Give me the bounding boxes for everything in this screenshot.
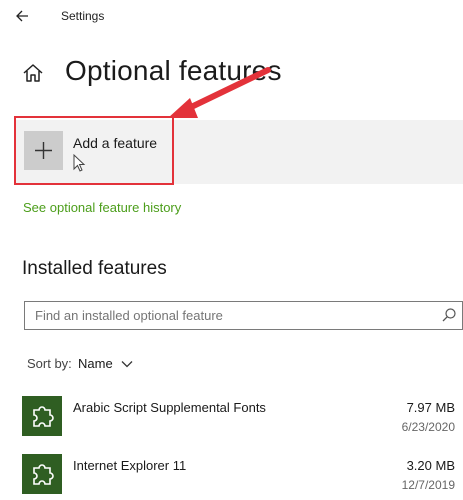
sort-dropdown-toggle[interactable] — [120, 357, 134, 369]
page-title: Optional features — [65, 55, 282, 86]
feature-history-link[interactable]: See optional feature history — [23, 200, 181, 215]
back-button[interactable] — [12, 6, 36, 26]
home-icon — [23, 64, 43, 82]
feature-date: 6/23/2020 — [401, 420, 455, 434]
feature-date: 12/7/2019 — [401, 478, 455, 492]
search-icon[interactable] — [441, 307, 457, 323]
feature-size: 3.20 MB — [406, 458, 455, 473]
sort-dropdown[interactable]: Name — [78, 356, 113, 371]
sort-label: Sort by: — [27, 356, 72, 371]
home-button[interactable] — [22, 63, 44, 83]
installed-features-heading: Installed features — [22, 258, 167, 279]
feature-icon-tile — [22, 396, 62, 436]
puzzle-piece-icon — [33, 464, 54, 485]
search-input[interactable] — [35, 308, 415, 323]
back-arrow-icon — [16, 10, 28, 22]
feature-size: 7.97 MB — [406, 400, 455, 415]
annotation-highlight-box — [14, 116, 174, 185]
feature-icon-tile — [22, 454, 62, 494]
chevron-down-icon — [121, 361, 133, 368]
list-item[interactable]: Internet Explorer 11 3.20 MB 12/7/2019 — [22, 452, 463, 498]
puzzle-piece-icon — [33, 406, 54, 427]
feature-name: Arabic Script Supplemental Fonts — [73, 400, 266, 415]
window-title: Settings — [61, 9, 105, 23]
list-item[interactable]: Arabic Script Supplemental Fonts 7.97 MB… — [22, 394, 463, 440]
feature-name: Internet Explorer 11 — [73, 458, 187, 473]
